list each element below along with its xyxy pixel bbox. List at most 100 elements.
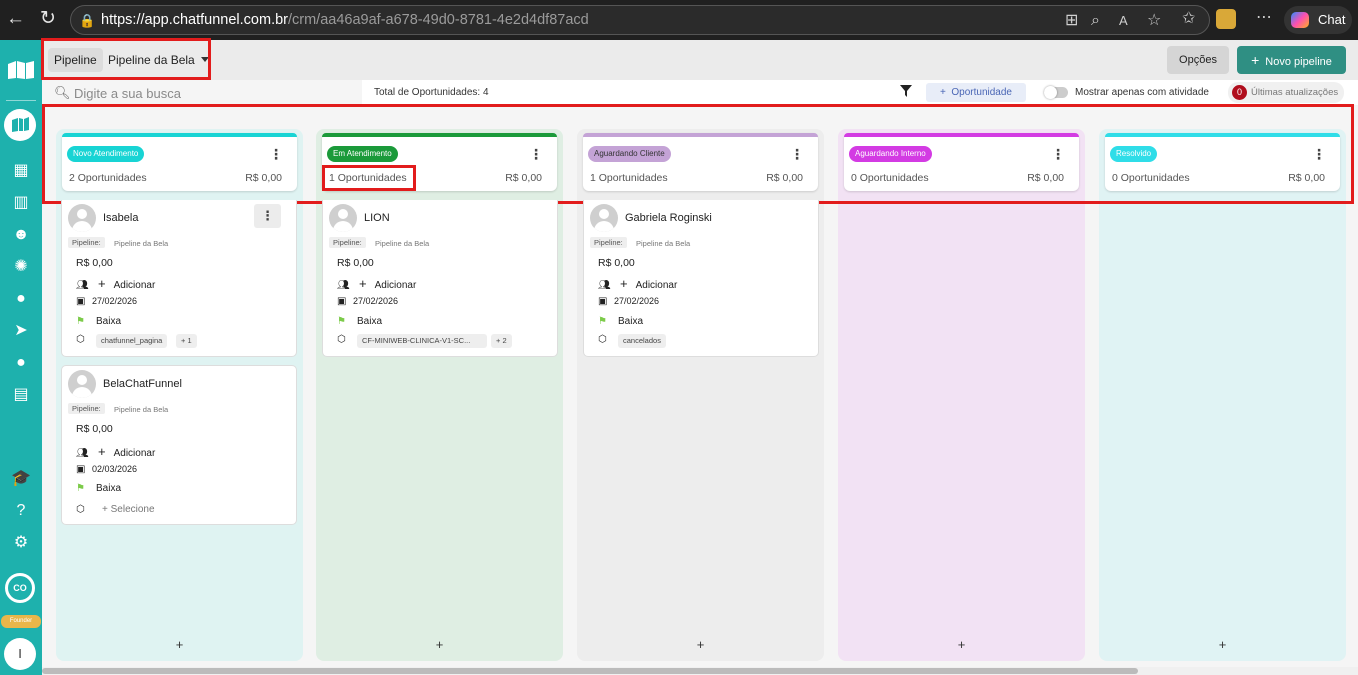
sidebar: ▦ ▥ ☻ ✺ ● ➤ ● ▤ 🎓 ? ⚙ CO Founder I bbox=[0, 40, 42, 675]
browser-toolbar: ← ↻ 🔒 https://app.chatfunnel.com.br/crm/… bbox=[0, 0, 1358, 40]
add-card-button[interactable]: + bbox=[56, 637, 303, 652]
tag-chip[interactable]: cancelados bbox=[618, 334, 666, 348]
contacts-icon[interactable]: ● bbox=[11, 289, 31, 309]
gear-icon[interactable]: ⚙ bbox=[11, 533, 31, 553]
priority: Baixa bbox=[357, 316, 383, 327]
kanban-icon[interactable]: ▥ bbox=[11, 193, 31, 213]
latest-updates-label: Últimas atualizações bbox=[1251, 87, 1339, 98]
more-tags-chip[interactable]: + 2 bbox=[491, 334, 512, 348]
more-tags-chip[interactable]: + 1 bbox=[176, 334, 197, 348]
tags-row[interactable]: ⬡ + Selecione bbox=[76, 504, 155, 515]
extension-icon[interactable] bbox=[1216, 9, 1236, 29]
date-row[interactable]: ▣ 02/03/2026 bbox=[76, 464, 137, 475]
user-avatar[interactable]: I bbox=[4, 638, 36, 670]
account-avatar[interactable]: CO bbox=[5, 573, 35, 603]
zoom-icon[interactable]: ⌕ bbox=[1091, 11, 1100, 31]
select-tag: + Selecione bbox=[102, 504, 155, 515]
add-card-button[interactable]: + bbox=[838, 637, 1085, 652]
plus-icon: + bbox=[620, 276, 628, 291]
highlight-box bbox=[42, 104, 1354, 204]
opportunity-card[interactable]: Gabriela Roginski Pipeline: Pipeline da … bbox=[583, 200, 819, 357]
horizontal-scrollbar[interactable] bbox=[42, 667, 1358, 675]
calendar-icon: ▣ bbox=[76, 464, 86, 475]
bot-icon[interactable]: ☻ bbox=[11, 225, 31, 245]
tag-chip[interactable]: CF-MINIWEB-CLINICA-V1-SC... bbox=[357, 334, 487, 348]
brand-logo-icon[interactable] bbox=[6, 60, 36, 80]
reload-icon[interactable]: ↻ bbox=[40, 8, 56, 30]
column-resolvido: Resolvido ⋮ 0 Oportunidades R$ 0,00 + bbox=[1099, 129, 1346, 661]
contact-name: Isabela bbox=[103, 212, 139, 224]
pipeline-tag: Pipeline: bbox=[68, 403, 105, 414]
latest-updates-button[interactable]: 0 Últimas atualizações bbox=[1228, 82, 1344, 103]
chat-bubble-icon[interactable]: ● bbox=[11, 353, 31, 373]
add-opportunity-label: Oportunidade bbox=[951, 87, 1012, 98]
card-value: R$ 0,00 bbox=[337, 257, 374, 269]
opportunity-card[interactable]: Isabela ⋮ Pipeline: Pipeline da Bela R$ … bbox=[61, 200, 297, 357]
read-aloud-icon[interactable]: A bbox=[1119, 11, 1128, 31]
new-pipeline-button[interactable]: + Novo pipeline bbox=[1237, 46, 1346, 74]
contact-avatar bbox=[68, 370, 96, 398]
card-menu-icon[interactable]: ⋮ bbox=[254, 204, 281, 228]
scrollbar-thumb[interactable] bbox=[42, 668, 1138, 674]
priority-row[interactable]: ⚑ Baixa bbox=[76, 483, 121, 494]
activity-toggle[interactable] bbox=[1044, 86, 1068, 99]
responsible-row[interactable]: 👥︎ + Adicionar bbox=[598, 276, 677, 291]
card-value: R$ 0,00 bbox=[76, 423, 113, 435]
pipeline-toolbar: Pipeline Pipeline da Bela Opções + Novo p… bbox=[41, 38, 1358, 80]
plus-icon: + bbox=[1251, 52, 1260, 68]
dashboard-icon[interactable]: ▦ bbox=[11, 161, 31, 181]
add-card-button[interactable]: + bbox=[1099, 637, 1346, 652]
more-icon[interactable]: ⋯ bbox=[1256, 8, 1272, 28]
address-bar[interactable]: 🔒 https://app.chatfunnel.com.br/crm/aa46… bbox=[70, 5, 1210, 35]
grid-icon[interactable]: ⊞ bbox=[1065, 11, 1078, 31]
responsible-row[interactable]: 👥︎ + Adicionar bbox=[76, 444, 155, 459]
add-opportunity-button[interactable]: + Oportunidade bbox=[926, 83, 1026, 102]
highlight-box bbox=[322, 165, 416, 191]
responsible-row[interactable]: 👥︎ + Adicionar bbox=[76, 276, 155, 291]
tag-chip[interactable]: chatfunnel_pagina bbox=[96, 334, 168, 348]
help-icon[interactable]: ? bbox=[11, 501, 31, 521]
priority-row[interactable]: ⚑ Baixa bbox=[337, 316, 382, 327]
calendar-icon: ▣ bbox=[337, 296, 347, 307]
send-icon[interactable]: ➤ bbox=[11, 321, 31, 341]
contact-avatar bbox=[68, 204, 96, 232]
people-icon: 👥︎ bbox=[76, 280, 89, 291]
add-responsible: Adicionar bbox=[635, 280, 678, 291]
date-row[interactable]: ▣ 27/02/2026 bbox=[76, 296, 137, 307]
add-responsible: Adicionar bbox=[374, 280, 417, 291]
pipeline-name: Pipeline da Bela bbox=[636, 239, 691, 248]
add-responsible: Adicionar bbox=[113, 280, 156, 291]
priority: Baixa bbox=[96, 483, 122, 494]
reports-icon[interactable]: ▤ bbox=[11, 385, 31, 405]
pipeline-tag: Pipeline: bbox=[68, 237, 105, 248]
card-date: 02/03/2026 bbox=[92, 464, 138, 474]
opportunity-card[interactable]: LION Pipeline: Pipeline da Bela R$ 0,00 … bbox=[322, 200, 558, 357]
date-row[interactable]: ▣ 27/02/2026 bbox=[337, 296, 398, 307]
plus-icon: + bbox=[98, 276, 106, 291]
search-icon: 🔍︎ bbox=[54, 85, 71, 100]
options-button[interactable]: Opções bbox=[1167, 46, 1229, 74]
filter-icon[interactable] bbox=[900, 85, 912, 97]
responsible-row[interactable]: 👥︎ + Adicionar bbox=[337, 276, 416, 291]
add-card-button[interactable]: + bbox=[316, 637, 563, 652]
filter-bar: 🔍︎ Total de Oportunidades: 4 + Oportunid… bbox=[42, 80, 1358, 105]
academy-icon[interactable]: 🎓 bbox=[11, 469, 31, 489]
tag-icon: ⬡ bbox=[598, 334, 607, 345]
brain-icon[interactable]: ✺ bbox=[11, 257, 31, 277]
priority-row[interactable]: ⚑ Baixa bbox=[598, 316, 643, 327]
favorite-star-icon[interactable]: ☆ bbox=[1147, 11, 1161, 31]
copilot-chat-button[interactable]: Chat bbox=[1284, 6, 1352, 34]
main-content: Pipeline Pipeline da Bela Opções + Novo p… bbox=[41, 38, 1358, 675]
crm-icon[interactable] bbox=[4, 109, 36, 141]
tag-icon: ⬡ bbox=[76, 504, 85, 515]
card-date: 27/02/2026 bbox=[614, 296, 660, 306]
back-icon[interactable]: ← bbox=[6, 8, 25, 30]
add-card-button[interactable]: + bbox=[577, 637, 824, 652]
favorites-icon[interactable]: ✩ bbox=[1182, 9, 1195, 29]
date-row[interactable]: ▣ 27/02/2026 bbox=[598, 296, 659, 307]
opportunity-card[interactable]: BelaChatFunnel Pipeline: Pipeline da Bel… bbox=[61, 365, 297, 525]
priority-row[interactable]: ⚑ Baixa bbox=[76, 316, 121, 327]
contact-avatar bbox=[329, 204, 357, 232]
search-input[interactable] bbox=[74, 83, 354, 103]
founder-badge: Founder bbox=[1, 615, 41, 628]
